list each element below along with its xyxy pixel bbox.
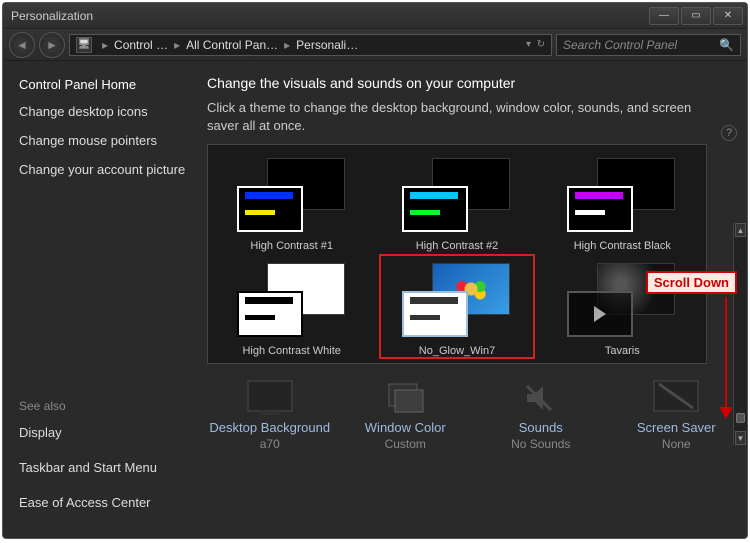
search-placeholder: Search Control Panel <box>563 38 677 52</box>
see-also-label: See also <box>19 399 187 413</box>
bottom-subtitle: Custom <box>385 437 426 451</box>
address-bar[interactable]: 🖥 ▸ Control … ▸ All Control Pan… ▸ Perso… <box>69 34 552 56</box>
annotation-arrow-icon <box>725 297 727 417</box>
page-heading: Change the visuals and sounds on your co… <box>207 75 739 91</box>
chevron-right-icon: ▸ <box>174 38 180 52</box>
theme-grid: High Contrast #1 High Contrast #2 High C… <box>207 144 707 364</box>
theme-name: High Contrast #1 <box>250 240 333 252</box>
maximize-button[interactable]: ▭ <box>681 7 711 25</box>
bottom-subtitle: None <box>662 437 691 451</box>
personalization-window: Personalization — ▭ ✕ ◄ ► 🖥 ▸ Control … … <box>2 2 748 539</box>
change-account-picture-link[interactable]: Change your account picture <box>19 162 187 179</box>
bottom-title: Sounds <box>519 420 563 435</box>
theme-name: No_Glow_Win7 <box>419 345 495 357</box>
theme-thumbnail <box>227 156 357 236</box>
computer-icon: 🖥 <box>76 37 92 53</box>
bottom-subtitle: No Sounds <box>511 437 570 451</box>
annotation-label: Scroll Down <box>646 271 737 294</box>
theme-high-contrast-1[interactable]: High Contrast #1 <box>214 149 369 254</box>
theme-no-glow-win7[interactable]: No_Glow_Win7 <box>379 254 534 359</box>
titlebar: Personalization — ▭ ✕ <box>3 3 747 29</box>
ease-of-access-center-link[interactable]: Ease of Access Center <box>19 495 187 512</box>
breadcrumb-seg[interactable]: Control … <box>114 38 168 52</box>
change-mouse-pointers-link[interactable]: Change mouse pointers <box>19 133 187 150</box>
breadcrumb-seg[interactable]: All Control Pan… <box>186 38 278 52</box>
theme-thumbnail <box>392 261 522 341</box>
theme-high-contrast-black[interactable]: High Contrast Black <box>545 149 700 254</box>
display-link[interactable]: Display <box>19 425 187 442</box>
chevron-right-icon: ▸ <box>102 38 108 52</box>
close-button[interactable]: ✕ <box>713 7 743 25</box>
scroll-down-button[interactable]: ▼ <box>735 431 746 445</box>
search-input[interactable]: Search Control Panel 🔍 <box>556 34 741 56</box>
breadcrumb-seg[interactable]: Personali… <box>296 38 358 52</box>
page-subtext: Click a theme to change the desktop back… <box>207 99 697 134</box>
theme-name: Tavaris <box>605 345 640 357</box>
minimize-button[interactable]: — <box>649 7 679 25</box>
desktop-background-icon <box>246 378 294 418</box>
sounds-icon <box>517 378 565 418</box>
back-button[interactable]: ◄ <box>9 32 35 58</box>
taskbar-start-menu-link[interactable]: Taskbar and Start Menu <box>19 460 187 477</box>
scroll-thumb[interactable] <box>736 413 745 423</box>
theme-high-contrast-white[interactable]: High Contrast White <box>214 254 369 359</box>
window-color-icon <box>381 378 429 418</box>
theme-thumbnail <box>557 156 687 236</box>
theme-thumbnail <box>227 261 357 341</box>
theme-name: High Contrast White <box>242 345 340 357</box>
chevron-right-icon: ▸ <box>284 38 290 52</box>
theme-tavaris[interactable]: Tavaris <box>545 254 700 359</box>
control-panel-home-link[interactable]: Control Panel Home <box>19 77 187 92</box>
bottom-row: Desktop Background a70 Window Color Cust… <box>207 374 739 455</box>
theme-name: High Contrast #2 <box>416 240 499 252</box>
search-icon: 🔍 <box>719 38 734 52</box>
window-title: Personalization <box>11 9 647 23</box>
sidebar: Control Panel Home Change desktop icons … <box>3 61 203 538</box>
themes-scrollbar[interactable]: ▲ ▼ <box>733 223 747 445</box>
content-area: Change the visuals and sounds on your co… <box>203 61 747 538</box>
screen-saver-icon <box>652 378 700 418</box>
change-desktop-icons-link[interactable]: Change desktop icons <box>19 104 187 121</box>
scroll-up-button[interactable]: ▲ <box>735 223 746 237</box>
forward-button[interactable]: ► <box>39 32 65 58</box>
navbar: ◄ ► 🖥 ▸ Control … ▸ All Control Pan… ▸ P… <box>3 29 747 61</box>
bottom-title: Desktop Background <box>209 420 330 435</box>
theme-thumbnail <box>392 156 522 236</box>
bottom-title: Screen Saver <box>637 420 716 435</box>
bottom-title: Window Color <box>365 420 446 435</box>
window-color-link[interactable]: Window Color Custom <box>343 374 469 455</box>
window-buttons: — ▭ ✕ <box>647 7 743 25</box>
address-dropdown-icon[interactable]: ▾ ↻ <box>526 39 545 50</box>
bottom-subtitle: a70 <box>260 437 280 451</box>
desktop-background-link[interactable]: Desktop Background a70 <box>207 374 333 455</box>
theme-name: High Contrast Black <box>574 240 671 252</box>
theme-high-contrast-2[interactable]: High Contrast #2 <box>379 149 534 254</box>
sounds-link[interactable]: Sounds No Sounds <box>478 374 604 455</box>
